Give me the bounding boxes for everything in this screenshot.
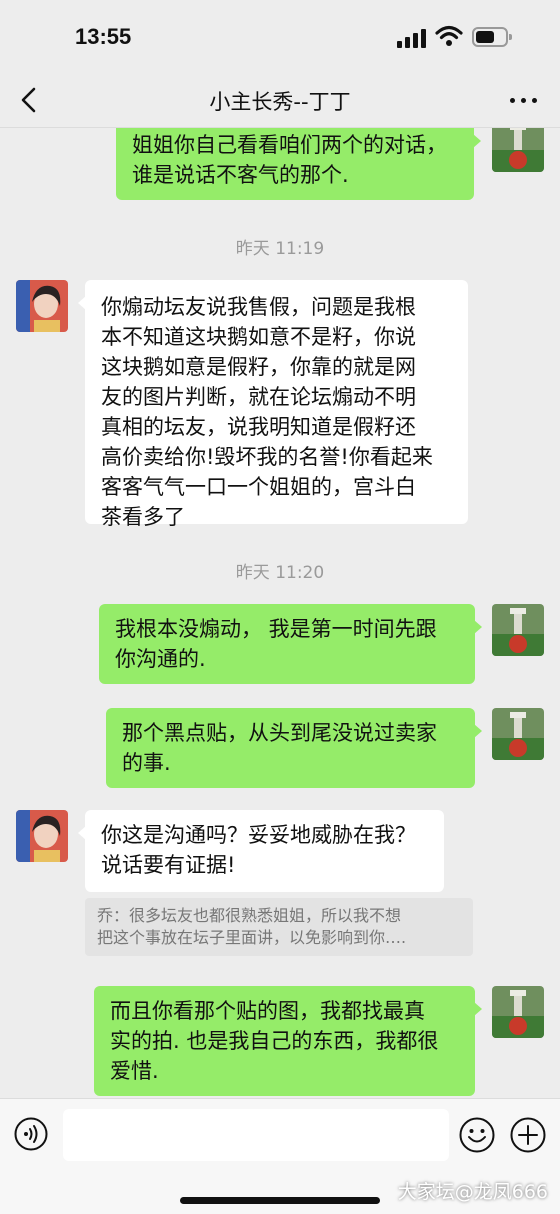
home-indicator[interactable] [180,1197,380,1204]
timestamp: 昨天 11:19 [235,239,325,259]
sent-message[interactable]: 那个黑点贴，从头到尾没说过卖家 的事. [106,708,482,788]
message-line: 说话要有证据! [101,853,236,877]
message-line: 茶看多了 [101,505,185,529]
message-line: 高价卖给你!毁坏我的名誉!你看起来 [101,445,433,469]
battery-icon [472,27,512,47]
message-line: 这块鹅如意是假籽，你靠的就是网 [101,355,416,379]
message-line: 爱惜. [110,1059,159,1083]
message-line: 友的图片判断，就在论坛煽动不明 [101,385,416,409]
wifi-icon [435,25,463,46]
message-input[interactable] [63,1109,449,1161]
quote-line: 乔：很多坛友也都很熟悉姐姐，所以我不想 [97,906,402,925]
message-line: 你这是沟通吗？妥妥地威胁在我？ [101,823,416,847]
message-line: 实的拍. 也是我自己的东西，我都很 [110,1029,439,1053]
status-time: 13:55 [75,24,132,49]
quoted-reply[interactable]: 乔：很多坛友也都很熟悉姐姐，所以我不想 把这个事放在坛子里面讲，以免影响到你…. [85,898,473,956]
chat-title: 小主长秀--丁丁 [209,90,351,114]
received-message[interactable]: 你煽动坛友说我售假，问题是我根 本不知道这块鹅如意不是籽，你说 这块鹅如意是假籽… [78,280,468,529]
message-line: 的事. [122,751,171,775]
watermark: 大家坛@龙凤666 [397,1181,548,1203]
plus-icon[interactable] [510,1117,546,1153]
chat-messages[interactable]: 姐姐你自己看看咱们两个的对话， 谁是说话不客气的那个. 昨天 11:19 你煽动… [0,128,560,1098]
message-line: 你沟通的. [115,647,206,671]
message-line: 而且你看那个贴的图，我都找最真 [110,999,425,1023]
message-line: 你煽动坛友说我售假，问题是我根 [101,295,416,319]
contact-avatar[interactable] [16,280,68,332]
more-options-icon[interactable] [510,88,540,112]
my-avatar[interactable] [492,604,544,656]
sent-message[interactable]: 而且你看那个贴的图，我都找最真 实的拍. 也是我自己的东西，我都很 爱惜. [94,986,482,1096]
my-avatar[interactable] [492,128,544,172]
contact-avatar[interactable] [16,810,68,862]
message-line: 我根本没煽动， 我是第一时间先跟 [115,617,437,641]
message-line: 那个黑点贴，从头到尾没说过卖家 [122,721,437,745]
message-line: 本不知道这块鹅如意不是籽，你说 [101,325,416,349]
quote-line: 把这个事放在坛子里面讲，以免影响到你…. [97,928,407,947]
my-avatar[interactable] [492,708,544,760]
timestamp: 昨天 11:20 [235,563,325,583]
message-line: 客客气气一口一个姐姐的，宫斗白 [101,475,416,499]
sent-message[interactable]: 姐姐你自己看看咱们两个的对话， 谁是说话不客气的那个. [116,128,481,200]
message-line: 姐姐你自己看看咱们两个的对话， [132,133,447,157]
message-line: 真相的坛友，说我明知道是假籽还 [101,415,416,439]
message-line: 谁是说话不客气的那个. [132,163,349,187]
status-bar: 13:55 [0,0,560,76]
nav-bar: 小主长秀--丁丁 [0,76,560,128]
cellular-signal-icon [397,28,429,48]
received-message[interactable]: 你这是沟通吗？妥妥地威胁在我？ 说话要有证据! [78,810,444,892]
emoji-icon[interactable] [459,1117,495,1153]
my-avatar[interactable] [492,986,544,1038]
voice-input-icon[interactable] [14,1117,48,1151]
input-bar: 大家坛@龙凤666 [0,1098,560,1214]
sent-message[interactable]: 我根本没煽动， 我是第一时间先跟 你沟通的. [99,604,482,684]
